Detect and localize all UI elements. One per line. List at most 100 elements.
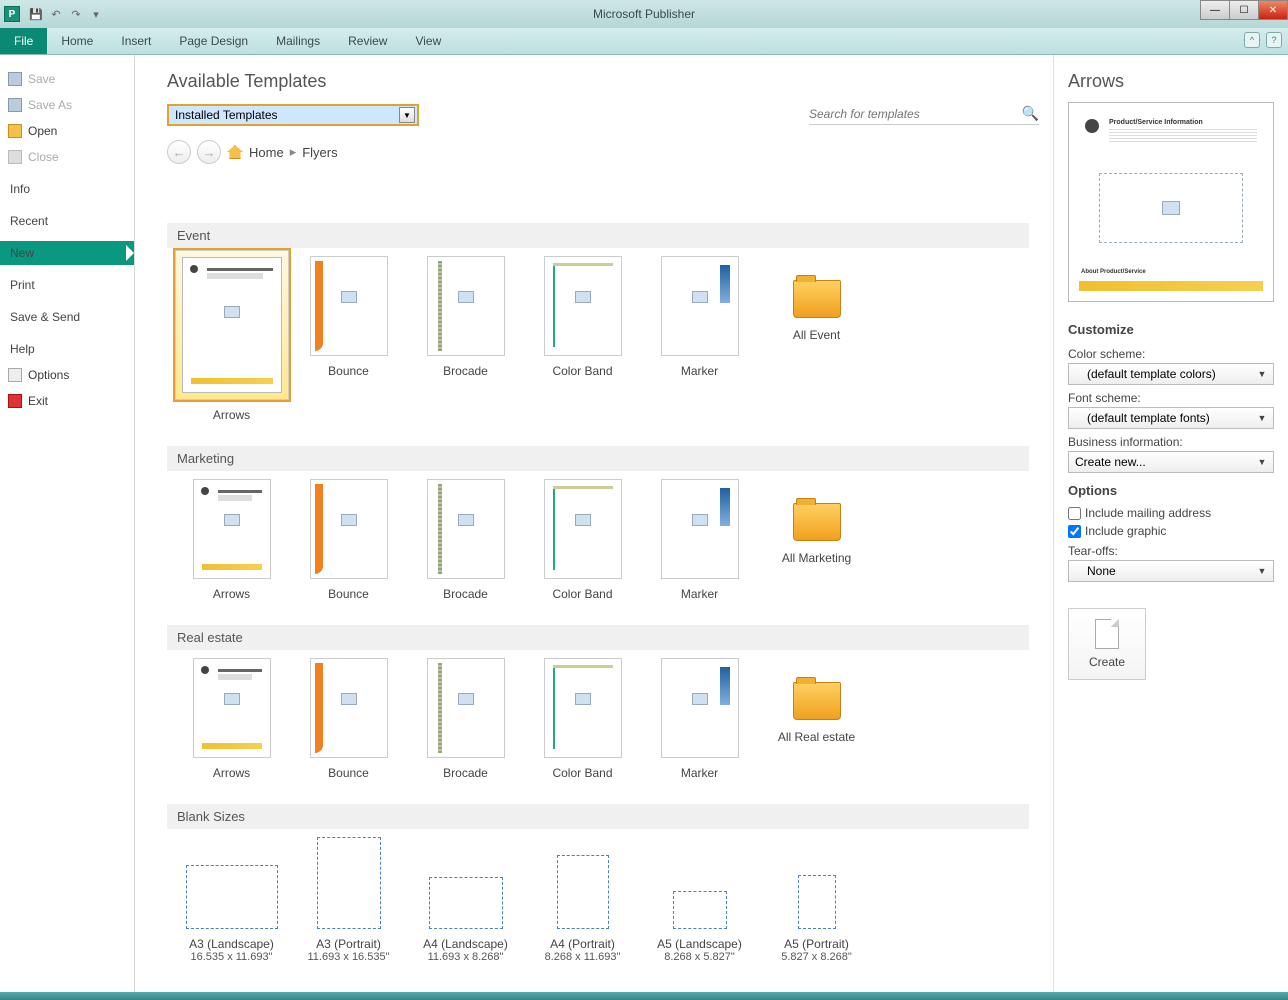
template-bounce[interactable]: Bounce (290, 256, 407, 422)
template-arrows[interactable]: Arrows (173, 256, 290, 422)
tab-view[interactable]: View (401, 28, 455, 54)
help-icon[interactable]: ? (1266, 32, 1282, 48)
color-scheme-label: Color scheme: (1068, 347, 1274, 361)
business-info-dropdown[interactable]: Create new...▼ (1068, 451, 1274, 473)
tab-mailings[interactable]: Mailings (262, 28, 334, 54)
save-as-icon (8, 98, 22, 112)
folder-all-event[interactable]: All Event (758, 256, 875, 422)
template-color-band[interactable]: Color Band (524, 658, 641, 780)
include-graphic-checkbox[interactable]: Include graphic (1068, 524, 1274, 538)
breadcrumb-current: Flyers (302, 145, 337, 160)
blank-a5-portrait[interactable]: A5 (Portrait)5.827 x 8.268" (758, 875, 875, 963)
sidebar-new[interactable]: New (0, 241, 134, 265)
section-blank-header: Blank Sizes (167, 804, 1029, 829)
qat-menu-icon[interactable]: ▾ (88, 6, 104, 22)
chevron-down-icon: ▼ (1255, 457, 1269, 467)
sidebar-exit[interactable]: Exit (0, 389, 134, 413)
sidebar-print[interactable]: Print (0, 273, 134, 297)
tab-home[interactable]: Home (47, 28, 107, 54)
template-brocade[interactable]: Brocade (407, 256, 524, 422)
ribbon-minimize-icon[interactable]: ^ (1244, 32, 1260, 48)
template-scroll-area[interactable]: Event Arrows Bounce Brocade Color Band M… (167, 223, 1029, 992)
tab-insert[interactable]: Insert (107, 28, 165, 54)
template-source-combo[interactable]: Installed Templates ▼ (167, 104, 419, 126)
app-icon: P (4, 6, 20, 22)
template-color-band[interactable]: Color Band (524, 256, 641, 422)
sidebar-info[interactable]: Info (0, 177, 134, 201)
maximize-button[interactable]: ☐ (1229, 0, 1259, 20)
redo-icon[interactable]: ↷ (68, 6, 84, 22)
ribbon: File Home Insert Page Design Mailings Re… (0, 28, 1288, 55)
folder-all-realestate[interactable]: All Real estate (758, 658, 875, 780)
save-icon (8, 72, 22, 86)
backstage-sidebar: Save Save As Open Close Info Recent New … (0, 55, 135, 992)
template-bounce[interactable]: Bounce (290, 658, 407, 780)
blank-a4-portrait[interactable]: A4 (Portrait)8.268 x 11.693" (524, 855, 641, 963)
title-bar: P 💾 ↶ ↷ ▾ Microsoft Publisher — ☐ ✕ (0, 0, 1288, 28)
tab-file[interactable]: File (0, 28, 47, 54)
window-title: Microsoft Publisher (593, 7, 695, 21)
tearoffs-dropdown[interactable]: None▼ (1068, 560, 1274, 582)
create-button[interactable]: Create (1068, 608, 1146, 680)
combo-value: Installed Templates (175, 108, 278, 122)
minimize-button[interactable]: — (1200, 0, 1230, 20)
blank-a3-portrait[interactable]: A3 (Portrait)11.693 x 16.535" (290, 837, 407, 963)
folder-icon (793, 503, 841, 541)
page-title: Available Templates (167, 71, 1039, 92)
color-scheme-dropdown[interactable]: (default template colors)▼ (1068, 363, 1274, 385)
breadcrumb-home[interactable]: Home (249, 145, 284, 160)
tab-review[interactable]: Review (334, 28, 401, 54)
font-scheme-dropdown[interactable]: (default template fonts)▼ (1068, 407, 1274, 429)
nav-forward-button[interactable]: → (197, 140, 221, 164)
breadcrumb: ← → Home ▸ Flyers (167, 140, 1039, 164)
folder-icon (793, 682, 841, 720)
sidebar-save-send[interactable]: Save & Send (0, 305, 134, 329)
blank-a4-landscape[interactable]: A4 (Landscape)11.693 x 8.268" (407, 877, 524, 963)
section-event-header: Event (167, 223, 1029, 248)
sidebar-save[interactable]: Save (0, 67, 134, 91)
home-icon[interactable] (227, 145, 243, 159)
page-icon (1095, 619, 1119, 649)
search-input[interactable] (809, 107, 1022, 121)
tearoffs-label: Tear-offs: (1068, 544, 1274, 558)
blank-a5-landscape[interactable]: A5 (Landscape)8.268 x 5.827" (641, 891, 758, 963)
template-arrows[interactable]: Arrows (173, 658, 290, 780)
template-arrows[interactable]: Arrows (173, 479, 290, 601)
search-box[interactable]: 🔍 (809, 103, 1039, 125)
chevron-down-icon[interactable]: ▼ (399, 107, 415, 123)
nav-back-button[interactable]: ← (167, 140, 191, 164)
template-brocade[interactable]: Brocade (407, 479, 524, 601)
template-bounce[interactable]: Bounce (290, 479, 407, 601)
sidebar-save-as[interactable]: Save As (0, 93, 134, 117)
chevron-down-icon: ▼ (1255, 566, 1269, 576)
chevron-down-icon: ▼ (1255, 369, 1269, 379)
sidebar-open[interactable]: Open (0, 119, 134, 143)
exit-icon (8, 394, 22, 408)
business-info-label: Business information: (1068, 435, 1274, 449)
undo-icon[interactable]: ↶ (48, 6, 64, 22)
template-preview: Product/Service Information About Produc… (1068, 102, 1274, 302)
include-mailing-checkbox[interactable]: Include mailing address (1068, 506, 1274, 520)
sidebar-help[interactable]: Help (0, 337, 134, 361)
template-brocade[interactable]: Brocade (407, 658, 524, 780)
taskbar (0, 992, 1288, 1000)
template-color-band[interactable]: Color Band (524, 479, 641, 601)
section-marketing-header: Marketing (167, 446, 1029, 471)
sidebar-options[interactable]: Options (0, 363, 134, 387)
template-marker[interactable]: Marker (641, 479, 758, 601)
blank-a3-landscape[interactable]: A3 (Landscape)16.535 x 11.693" (173, 865, 290, 963)
template-marker[interactable]: Marker (641, 658, 758, 780)
folder-icon (793, 280, 841, 318)
sidebar-close[interactable]: Close (0, 145, 134, 169)
folder-all-marketing[interactable]: All Marketing (758, 479, 875, 601)
search-icon[interactable]: 🔍 (1022, 105, 1039, 122)
close-button[interactable]: ✕ (1258, 0, 1288, 20)
open-icon (8, 124, 22, 138)
customize-header: Customize (1068, 322, 1274, 337)
sidebar-recent[interactable]: Recent (0, 209, 134, 233)
save-icon[interactable]: 💾 (28, 6, 44, 22)
tab-page-design[interactable]: Page Design (165, 28, 262, 54)
template-marker[interactable]: Marker (641, 256, 758, 422)
preview-pane: Arrows Product/Service Information About… (1053, 55, 1288, 992)
chevron-right-icon: ▸ (290, 144, 297, 160)
